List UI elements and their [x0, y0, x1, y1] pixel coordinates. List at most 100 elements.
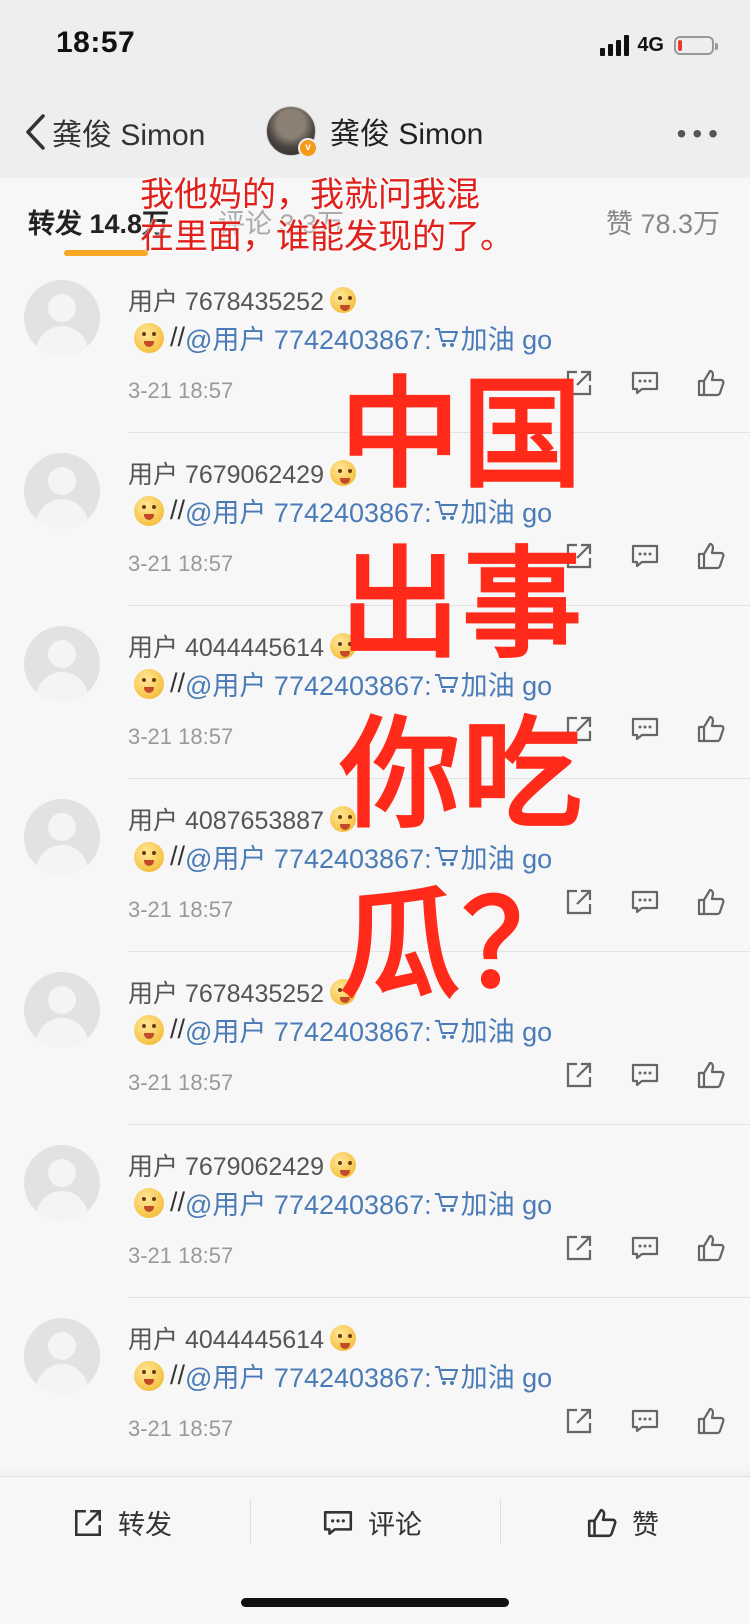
user-name[interactable]: 用户 7678435252: [128, 282, 356, 318]
share-icon[interactable]: [564, 541, 594, 571]
like-icon[interactable]: [696, 1233, 726, 1263]
user-name[interactable]: 用户 7678435252: [128, 974, 356, 1010]
user-name[interactable]: 用户 4044445614: [128, 1320, 356, 1356]
item-actions: [564, 541, 726, 571]
mention-link[interactable]: @用户 7742403867:: [185, 664, 432, 703]
repost-content: // @用户 7742403867: 加油 go: [128, 1356, 552, 1395]
emoji-icon: [329, 979, 356, 1005]
avatar[interactable]: [24, 972, 100, 1048]
back-label: 龚俊 Simon: [52, 119, 206, 152]
more-icon[interactable]: •••: [677, 118, 724, 150]
mention-link[interactable]: @用户 7742403867:: [185, 837, 432, 876]
like-icon[interactable]: [696, 1406, 726, 1436]
comment-icon[interactable]: [630, 368, 660, 398]
mention-link[interactable]: @用户 7742403867:: [185, 1356, 432, 1395]
repost-list: 用户 7678435252 // @用户 7742403867: 加油 go 3…: [0, 260, 750, 1471]
item-actions: [564, 1060, 726, 1090]
tab-like[interactable]: 赞 78.3万: [606, 202, 720, 241]
emoji-icon: [134, 1360, 164, 1391]
nav-profile[interactable]: v 龚俊 Simon: [266, 106, 483, 158]
like-icon[interactable]: [696, 541, 726, 571]
product-link[interactable]: 加油 go: [461, 837, 553, 876]
emoji-icon: [134, 495, 164, 526]
comment-icon: [323, 1510, 353, 1535]
user-name[interactable]: 用户 4087653887: [128, 801, 356, 837]
share-icon[interactable]: [564, 368, 594, 398]
product-link[interactable]: 加油 go: [461, 664, 553, 703]
avatar[interactable]: [24, 626, 100, 702]
signal-icon: [600, 34, 630, 56]
emoji-icon: [134, 1014, 164, 1045]
emoji-icon: [134, 841, 164, 872]
like-icon[interactable]: [696, 714, 726, 744]
comment-icon[interactable]: [630, 714, 660, 744]
emoji-icon: [134, 1187, 164, 1218]
like-button[interactable]: 赞: [586, 1503, 659, 1542]
comment-button[interactable]: 评论: [322, 1503, 422, 1542]
repost-content: // @用户 7742403867: 加油 go: [128, 837, 552, 876]
repost-content: // @用户 7742403867: 加油 go: [128, 1010, 552, 1049]
avatar[interactable]: [24, 799, 100, 875]
like-icon[interactable]: [696, 1060, 726, 1090]
product-link[interactable]: 加油 go: [461, 1010, 553, 1049]
back-button[interactable]: 龚俊 Simon: [24, 110, 205, 154]
cart-icon: [434, 1365, 458, 1385]
comment-icon[interactable]: [630, 1233, 660, 1263]
product-link[interactable]: 加油 go: [461, 491, 553, 530]
list-item[interactable]: 用户 7679062429 // @用户 7742403867: 加油 go 3…: [0, 433, 750, 606]
product-link[interactable]: 加油 go: [461, 318, 553, 357]
status-right: 4G: [600, 30, 718, 60]
list-item[interactable]: 用户 4044445614 // @用户 7742403867: 加油 go 3…: [0, 1298, 750, 1471]
cart-icon: [434, 673, 458, 693]
item-actions: [564, 1406, 726, 1436]
tab-comment[interactable]: 评论 3.3万: [218, 202, 344, 241]
avatar[interactable]: [24, 280, 100, 356]
comment-icon[interactable]: [630, 1060, 660, 1090]
user-name[interactable]: 用户 7679062429: [128, 1147, 356, 1183]
share-icon[interactable]: [564, 1233, 594, 1263]
mention-link[interactable]: @用户 7742403867:: [185, 1010, 432, 1049]
bottom-action-bar: 转发 评论 赞: [0, 1476, 750, 1565]
item-actions: [564, 1233, 726, 1263]
avatar[interactable]: [24, 1145, 100, 1221]
list-item[interactable]: 用户 4087653887 // @用户 7742403867: 加油 go 3…: [0, 779, 750, 952]
mention-link[interactable]: @用户 7742403867:: [185, 318, 432, 357]
item-actions: [564, 368, 726, 398]
mention-link[interactable]: @用户 7742403867:: [185, 1183, 432, 1222]
list-item[interactable]: 用户 7678435252 // @用户 7742403867: 加油 go 3…: [0, 952, 750, 1125]
network-type: 4G: [637, 33, 664, 56]
list-item[interactable]: 用户 4044445614 // @用户 7742403867: 加油 go 3…: [0, 606, 750, 779]
comment-icon[interactable]: [630, 887, 660, 917]
emoji-icon: [134, 668, 164, 699]
product-link[interactable]: 加油 go: [461, 1183, 553, 1222]
home-indicator[interactable]: [241, 1598, 509, 1607]
user-name[interactable]: 用户 7679062429: [128, 455, 356, 491]
nav-bar: 龚俊 Simon v 龚俊 Simon •••: [0, 92, 750, 178]
share-icon[interactable]: [564, 1406, 594, 1436]
list-item[interactable]: 用户 7679062429 // @用户 7742403867: 加油 go 3…: [0, 1125, 750, 1298]
tab-repost[interactable]: 转发 14.8万: [28, 202, 169, 241]
divider: [250, 1499, 251, 1543]
list-item[interactable]: 用户 7678435252 // @用户 7742403867: 加油 go 3…: [0, 260, 750, 433]
comment-icon[interactable]: [630, 541, 660, 571]
comment-icon[interactable]: [630, 1406, 660, 1436]
tab-bar: 转发 14.8万 评论 3.3万 赞 78.3万: [0, 178, 750, 261]
mention-link[interactable]: @用户 7742403867:: [185, 491, 432, 530]
repost-button[interactable]: 转发: [72, 1503, 172, 1542]
share-icon[interactable]: [564, 714, 594, 744]
product-link[interactable]: 加油 go: [461, 1356, 553, 1395]
item-actions: [564, 887, 726, 917]
timestamp: 3-21 18:57: [128, 1416, 234, 1441]
timestamp: 3-21 18:57: [128, 378, 234, 403]
like-icon[interactable]: [696, 368, 726, 398]
like-icon: [587, 1508, 617, 1537]
like-icon[interactable]: [696, 887, 726, 917]
avatar[interactable]: [24, 1318, 100, 1394]
avatar[interactable]: [24, 453, 100, 529]
user-name[interactable]: 用户 4044445614: [128, 628, 356, 664]
share-icon[interactable]: [564, 887, 594, 917]
cart-icon: [434, 500, 458, 520]
cart-icon: [434, 327, 458, 347]
share-icon[interactable]: [564, 1060, 594, 1090]
tab-active-indicator: [64, 250, 148, 256]
